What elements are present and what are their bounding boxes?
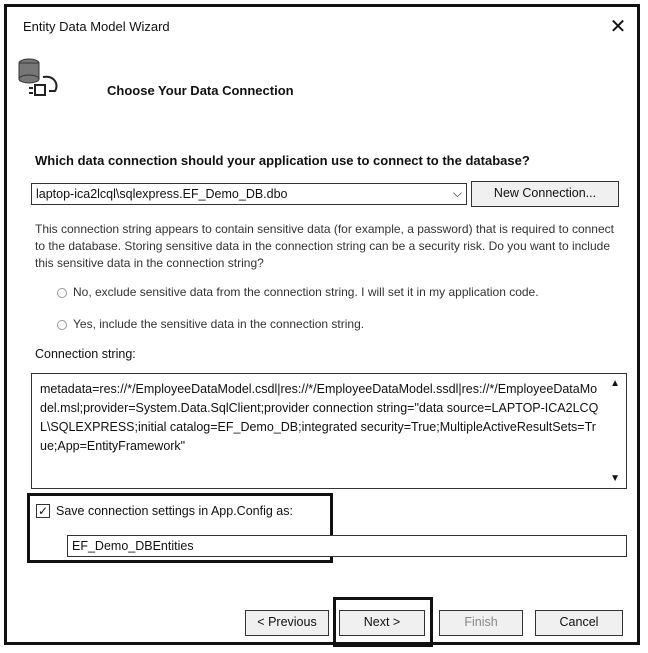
page-title: Choose Your Data Connection bbox=[107, 83, 294, 98]
previous-button[interactable]: < Previous bbox=[245, 610, 329, 636]
previous-label: < Previous bbox=[257, 615, 317, 629]
new-connection-button[interactable]: New Connection... bbox=[471, 181, 619, 207]
sensitive-data-info: This connection string appears to contai… bbox=[35, 222, 614, 270]
save-settings-label: Save connection settings in App.Config a… bbox=[56, 504, 293, 518]
close-icon[interactable]: ✕ bbox=[605, 15, 631, 39]
radio-exclude-sensitive[interactable]: No, exclude sensitive data from the conn… bbox=[57, 285, 539, 299]
connection-question: Which data connection should your applic… bbox=[35, 153, 530, 168]
connection-string-label: Connection string: bbox=[35, 347, 136, 361]
window-title: Entity Data Model Wizard bbox=[23, 19, 170, 34]
radio-include-label: Yes, include the sensitive data in the c… bbox=[73, 317, 365, 331]
finish-button[interactable]: Finish bbox=[439, 610, 523, 636]
cancel-button[interactable]: Cancel bbox=[535, 610, 623, 636]
title-bar: Entity Data Model Wizard ✕ bbox=[7, 7, 637, 45]
scroll-down-icon[interactable]: ▼ bbox=[610, 473, 620, 484]
entity-name-value: EF_Demo_DBEntities bbox=[72, 539, 194, 553]
database-icon bbox=[18, 58, 58, 96]
next-button[interactable]: Next > bbox=[339, 610, 425, 636]
radio-exclude-label: No, exclude sensitive data from the conn… bbox=[73, 285, 539, 299]
connection-select[interactable]: laptop-ica2lcql\sqlexpress.EF_Demo_DB.db… bbox=[31, 183, 467, 205]
radio-icon bbox=[57, 319, 67, 330]
save-settings-checkbox[interactable]: ✓ bbox=[36, 504, 50, 518]
new-connection-label: New Connection... bbox=[493, 186, 597, 200]
connection-select-value: laptop-ica2lcql\sqlexpress.EF_Demo_DB.db… bbox=[36, 187, 288, 201]
radio-icon bbox=[57, 287, 67, 298]
connection-string-value: metadata=res://*/EmployeeDataModel.csdl|… bbox=[40, 382, 599, 453]
radio-include-sensitive[interactable]: Yes, include the sensitive data in the c… bbox=[57, 317, 364, 331]
chevron-down-icon[interactable]: ⌵ bbox=[453, 186, 462, 201]
entity-name-field[interactable]: EF_Demo_DBEntities bbox=[67, 535, 627, 557]
finish-label: Finish bbox=[464, 615, 498, 629]
scroll-up-icon[interactable]: ▲ bbox=[610, 378, 620, 389]
next-label: Next > bbox=[363, 615, 401, 629]
connection-string-textarea[interactable]: metadata=res://*/EmployeeDataModel.csdl|… bbox=[31, 373, 627, 489]
wizard-window: Entity Data Model Wizard ✕ Choose Your D… bbox=[4, 4, 640, 647]
cancel-label: Cancel bbox=[559, 615, 599, 629]
